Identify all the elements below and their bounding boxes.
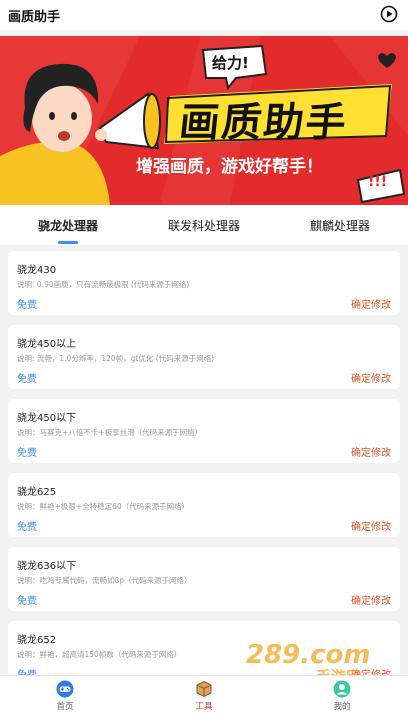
item-description: 说明: 流畅，1.0分辨率，120帧，gt优化 (代码来源于网络) (17, 354, 215, 363)
free-label[interactable]: 免费 (17, 666, 37, 675)
confirm-modify-button[interactable]: 确定修改 (351, 370, 391, 385)
nav-tools-label: 工具 (195, 702, 213, 712)
item-description: 说明：鲜艳，超高清150帧数（代码来源于网络） (17, 650, 182, 659)
banner-bubble-text: 给力! (212, 54, 249, 72)
list-item: 骁龙450以上 说明: 流畅，1.0分辨率，120帧，gt优化 (代码来源于网络… (8, 325, 400, 389)
confirm-modify-button[interactable]: 确定修改 (351, 592, 391, 607)
nav-home-label: 首页 (56, 702, 74, 712)
promo-banner[interactable]: 给力! 画质助手 增强画质，游戏好帮手！ !!! (0, 36, 408, 205)
user-icon (333, 680, 351, 698)
banner-exclaim: !!! (368, 174, 388, 190)
item-title: 骁龙652 (17, 635, 57, 646)
nav-profile[interactable]: 我的 (312, 680, 372, 712)
free-label[interactable]: 免费 (17, 370, 37, 385)
list-item: 骁龙450以下 说明：马赛克+八倍不卡+极享丝滑（代码来源于网络） 免费 确定修… (8, 399, 400, 463)
config-list[interactable]: 骁龙430 说明: 0.90画质，只有流畅最极限 (代码来源于网络) 免费 确定… (0, 245, 408, 675)
list-item: 骁龙430 说明: 0.90画质，只有流畅最极限 (代码来源于网络) 免费 确定… (8, 251, 400, 315)
list-item: 骁龙636以下 说明：吃鸡专属代码，流畅如8p（代码来源于网络） 免费 确定修改 (8, 547, 400, 611)
item-title: 骁龙450以下 (17, 413, 77, 424)
item-title: 骁龙430 (17, 265, 57, 276)
confirm-modify-button[interactable]: 确定修改 (351, 296, 391, 311)
free-label[interactable]: 免费 (17, 444, 37, 459)
banner-slogan: 增强画质，游戏好帮手！ (136, 157, 323, 177)
confirm-modify-button[interactable]: 确定修改 (351, 444, 391, 459)
banner-big-title: 画质助手 (177, 100, 350, 146)
tab-kirin[interactable]: 麒麟处理器 (272, 217, 408, 234)
active-tab-indicator (58, 241, 78, 244)
tab-mediatek[interactable]: 联发科处理器 (136, 217, 272, 234)
tab-snapdragon[interactable]: 骁龙处理器 (0, 217, 136, 234)
box-icon (196, 680, 212, 698)
confirm-modify-button[interactable]: 确定修改 (351, 518, 391, 533)
item-description: 说明：吃鸡专属代码，流畅如8p（代码来源于网络） (17, 576, 192, 585)
item-title: 骁龙636以下 (17, 561, 77, 572)
gamepad-icon (56, 680, 74, 698)
item-description: 说明：鲜艳+极限+全特稳定60（代码来源于网络） (17, 502, 190, 511)
app-title: 画质助手 (8, 10, 61, 25)
free-label[interactable]: 免费 (17, 296, 37, 311)
free-label[interactable]: 免费 (17, 518, 37, 533)
bottom-navigation: 首页 工具 我的 (0, 675, 408, 718)
nav-home[interactable]: 首页 (35, 680, 95, 712)
item-title: 骁龙450以上 (17, 339, 77, 350)
item-title: 骁龙625 (17, 487, 57, 498)
nav-profile-label: 我的 (333, 702, 351, 712)
free-label[interactable]: 免费 (17, 592, 37, 607)
top-bar: 画质助手 (0, 0, 408, 30)
confirm-modify-button[interactable]: 确定修改 (351, 666, 391, 675)
list-item: 骁龙625 说明：鲜艳+极限+全特稳定60（代码来源于网络） 免费 确定修改 (8, 473, 400, 537)
list-item: 骁龙652 说明：鲜艳，超高清150帧数（代码来源于网络） 免费 确定修改 (8, 621, 400, 675)
processor-tabs: 骁龙处理器 联发科处理器 麒麟处理器 (0, 205, 408, 245)
item-description: 说明：马赛克+八倍不卡+极享丝滑（代码来源于网络） (17, 428, 203, 437)
item-description: 说明: 0.90画质，只有流畅最极限 (代码来源于网络) (17, 280, 190, 289)
nav-tools[interactable]: 工具 (174, 680, 234, 712)
play-circle-icon[interactable] (380, 5, 398, 23)
